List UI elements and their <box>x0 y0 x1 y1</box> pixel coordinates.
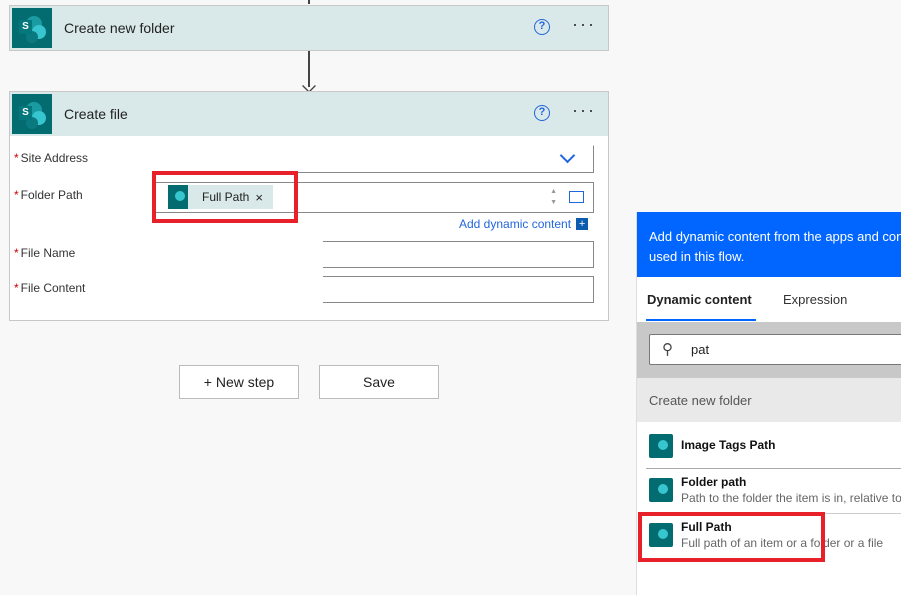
sharepoint-icon <box>649 434 673 458</box>
sharepoint-icon <box>649 478 673 502</box>
search-area: ⚲ pat <box>637 322 901 378</box>
site-address-label: * Site Address <box>14 151 89 165</box>
step-title: Create file <box>64 106 128 122</box>
item-title: Folder path <box>681 475 747 489</box>
list-item-image-tags-path[interactable]: Image Tags Path <box>637 422 901 468</box>
step-create-new-folder[interactable]: S Create new folder ? ··· <box>9 5 609 51</box>
item-title: Image Tags Path <box>681 438 776 452</box>
highlight-box <box>638 512 825 562</box>
file-name-label: * File Name <box>14 246 76 260</box>
folder-path-label: * Folder Path <box>14 188 83 202</box>
tab-dynamic-content[interactable]: Dynamic content <box>647 292 752 307</box>
more-options-icon[interactable]: ··· <box>572 100 596 121</box>
chevron-down-icon <box>559 147 576 164</box>
list-item-folder-path[interactable]: Folder path Path to the folder the item … <box>637 469 901 513</box>
file-content-input[interactable] <box>323 276 594 303</box>
plus-icon: + <box>576 218 589 230</box>
tab-underline <box>646 319 756 321</box>
help-icon[interactable]: ? <box>534 19 550 35</box>
connector-line <box>308 0 310 4</box>
search-input[interactable]: ⚲ pat <box>649 334 901 365</box>
folder-icon[interactable] <box>569 191 584 203</box>
sharepoint-icon: S <box>12 8 52 48</box>
step-title: Create new folder <box>64 20 175 36</box>
tab-expression[interactable]: Expression <box>783 292 847 307</box>
file-content-label: * File Content <box>14 281 86 295</box>
help-icon[interactable]: ? <box>534 105 550 121</box>
highlight-box <box>152 171 298 223</box>
more-options-icon[interactable]: ··· <box>572 14 596 35</box>
search-value: pat <box>691 342 710 357</box>
search-icon: ⚲ <box>662 341 673 358</box>
panel-banner: Add dynamic content from the apps and co… <box>637 212 901 277</box>
section-header: Create new folder <box>637 378 901 422</box>
save-button[interactable]: Save <box>319 365 439 399</box>
add-dynamic-content-link[interactable]: Add dynamic content + <box>459 217 589 231</box>
new-step-button[interactable]: + New step <box>179 365 299 399</box>
sharepoint-icon: S <box>12 94 52 134</box>
scroll-arrows-icon[interactable]: ▲ ▼ <box>550 186 557 208</box>
item-description: Path to the folder the item is in, relat… <box>681 491 901 505</box>
site-address-dropdown[interactable] <box>155 145 594 173</box>
file-name-input[interactable] <box>323 241 594 268</box>
